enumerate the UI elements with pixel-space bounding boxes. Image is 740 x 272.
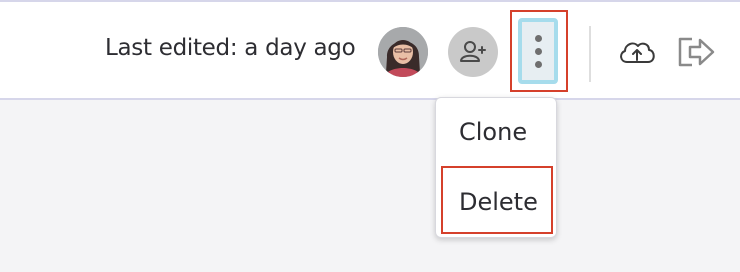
logout-icon: [678, 37, 715, 67]
more-dot: [534, 60, 542, 68]
user-avatar[interactable]: [378, 27, 428, 77]
add-user-button[interactable]: [448, 27, 498, 77]
cloud-upload-icon: [620, 42, 655, 63]
exit-button[interactable]: [676, 34, 716, 74]
avatar-image: [378, 27, 428, 77]
top-toolbar: Last edited: a day ago: [0, 0, 740, 100]
delete-highlight: [441, 166, 553, 234]
more-options-button[interactable]: [518, 18, 558, 84]
last-edited-text: Last edited: a day ago: [105, 35, 356, 61]
upload-button[interactable]: [617, 36, 657, 72]
menu-item-clone[interactable]: Clone: [436, 118, 556, 146]
more-vertical-icon: [534, 34, 542, 42]
toolbar-divider: [589, 26, 591, 82]
add-user-icon: [460, 41, 486, 62]
more-dot: [534, 47, 542, 55]
